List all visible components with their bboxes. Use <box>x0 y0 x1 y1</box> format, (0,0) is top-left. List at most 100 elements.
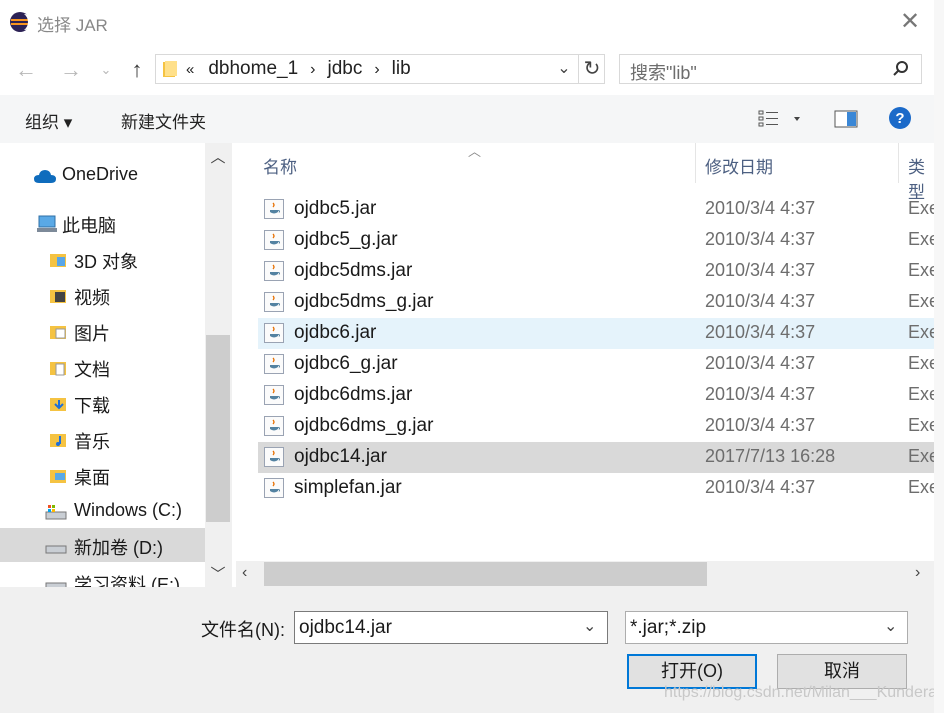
file-type: Exe <box>908 446 934 466</box>
file-modified-date: 2010/3/4 4:37 <box>705 260 816 280</box>
back-arrow-icon[interactable]: ← <box>12 56 40 84</box>
eclipse-app-icon <box>9 11 32 33</box>
sidebar-item-videos[interactable]: 视频 <box>0 278 205 312</box>
h-scroll-thumb[interactable] <box>264 562 707 586</box>
file-modified-date: 2010/3/4 4:37 <box>705 415 816 435</box>
file-row[interactable]: ojdbc6dms.jar 2010/3/4 4:37 Exe <box>258 380 934 411</box>
computer-icon <box>36 215 57 233</box>
folder-desktop-icon <box>49 467 67 485</box>
breadcrumb-item-dbhome[interactable]: dbhome_1 <box>208 58 298 79</box>
sidebar-item-label: 图片 <box>74 324 110 344</box>
filename-label: 文件名(N): <box>201 620 285 640</box>
sidebar-item-label: 下载 <box>74 396 110 416</box>
jar-file-icon <box>264 261 284 281</box>
sidebar-item-label: 此电脑 <box>62 216 116 236</box>
chevron-down-icon: ⌄ <box>884 618 898 635</box>
sidebar-item-pictures[interactable]: 图片 <box>0 314 205 348</box>
search-input[interactable]: 搜索"lib" <box>630 59 697 85</box>
navigation-pane: OneDrive 此电脑 3D 对象 视频 图片 文档 下载 音乐 桌面 Win… <box>0 143 232 587</box>
title-bar: 选择 JAR ✕ <box>0 0 934 44</box>
file-row[interactable]: ojdbc5dms_g.jar 2010/3/4 4:37 Exe <box>258 287 934 318</box>
jar-file-icon <box>264 478 284 498</box>
file-type-filter[interactable]: *.jar;*.zip ⌄ <box>625 611 908 644</box>
column-header-modified[interactable]: 修改日期 <box>705 153 773 178</box>
help-icon[interactable]: ? <box>888 106 912 130</box>
breadcrumb-item-lib[interactable]: lib <box>392 58 411 79</box>
file-row[interactable]: ojdbc6dms_g.jar 2010/3/4 4:37 Exe <box>258 411 934 442</box>
file-modified-date: 2010/3/4 4:37 <box>705 322 816 342</box>
scroll-up-icon[interactable]: ︿ <box>209 146 227 166</box>
address-dropdown-icon[interactable]: ⌄ <box>554 58 574 80</box>
folder-icon <box>162 60 178 78</box>
sidebar-item-drive-d[interactable]: 新加卷 (D:) <box>0 528 205 562</box>
file-type: Exe <box>908 291 934 311</box>
file-type: Exe <box>908 260 934 280</box>
svg-text:?: ? <box>895 110 904 127</box>
column-separator[interactable] <box>695 143 696 183</box>
scroll-left-icon[interactable]: ‹ <box>242 564 247 582</box>
filename-field[interactable]: ojdbc14.jar ⌄ <box>294 611 608 644</box>
watermark-text: https://blog.csdn.net/Milan___Kundera <box>664 684 935 701</box>
file-row[interactable]: ojdbc6.jar 2010/3/4 4:37 Exe <box>258 318 934 349</box>
file-name: ojdbc6dms.jar <box>294 384 413 405</box>
breadcrumb-item-jdbc[interactable]: jdbc <box>327 58 362 79</box>
file-row[interactable]: ojdbc6_g.jar 2010/3/4 4:37 Exe <box>258 349 934 380</box>
folder-3d-icon <box>49 251 67 269</box>
sidebar-item-documents[interactable]: 文档 <box>0 350 205 384</box>
file-type: Exe <box>908 198 934 218</box>
sidebar-item-onedrive[interactable]: OneDrive <box>0 158 205 192</box>
sidebar-item-3d-objects[interactable]: 3D 对象 <box>0 242 205 276</box>
preview-pane-icon[interactable] <box>834 110 858 128</box>
new-folder-button[interactable]: 新建文件夹 <box>121 108 206 133</box>
jar-file-icon <box>264 354 284 374</box>
search-box[interactable]: 搜索"lib" <box>619 54 922 84</box>
sidebar-item-desktop[interactable]: 桌面 <box>0 458 205 492</box>
file-row[interactable]: ojdbc5_g.jar 2010/3/4 4:37 Exe <box>258 225 934 256</box>
address-bar[interactable]: « dbhome_1 › jdbc › lib ⌄ ↻ <box>155 54 605 84</box>
folder-pictures-icon <box>49 323 67 341</box>
sidebar-item-drive-c[interactable]: Windows (C:) <box>0 494 205 528</box>
address-separator <box>578 55 579 83</box>
sidebar-item-label: OneDrive <box>62 164 139 184</box>
file-name: ojdbc5.jar <box>294 198 377 219</box>
breadcrumb-separator: › <box>374 61 380 78</box>
column-header-name[interactable]: 名称 <box>263 153 297 178</box>
refresh-icon[interactable]: ↻ <box>580 56 604 82</box>
breadcrumb-overflow[interactable]: « <box>186 61 194 78</box>
filename-dropdown-icon[interactable]: ⌄ <box>583 616 596 636</box>
file-name: ojdbc14.jar <box>294 446 387 467</box>
folder-music-icon <box>49 431 67 449</box>
background-window-edge <box>934 0 944 713</box>
scroll-right-icon[interactable]: › <box>915 564 920 582</box>
file-row[interactable]: simplefan.jar 2010/3/4 4:37 Exe <box>258 473 934 504</box>
view-options-icon[interactable] <box>758 109 802 129</box>
drive-icon <box>45 537 67 555</box>
sidebar-item-drive-e[interactable]: 学习资料 (E:) <box>0 565 205 587</box>
file-row[interactable]: ojdbc5dms.jar 2010/3/4 4:37 Exe <box>258 256 934 287</box>
file-name: ojdbc6.jar <box>294 322 377 343</box>
sidebar-item-label: Windows (C:) <box>74 500 183 520</box>
file-modified-date: 2010/3/4 4:37 <box>705 477 816 497</box>
column-separator[interactable] <box>898 143 899 183</box>
filename-value[interactable]: ojdbc14.jar <box>299 617 392 639</box>
scroll-down-icon[interactable]: ﹀ <box>209 563 227 583</box>
search-icon[interactable] <box>892 60 910 78</box>
folder-video-icon <box>49 287 67 305</box>
sidebar-item-music[interactable]: 音乐 <box>0 422 205 456</box>
up-arrow-icon[interactable]: ↑ <box>123 56 151 84</box>
file-row[interactable]: ojdbc5.jar 2010/3/4 4:37 Exe <box>258 194 934 225</box>
sidebar-item-downloads[interactable]: 下载 <box>0 386 205 420</box>
breadcrumb-separator: › <box>310 61 316 78</box>
forward-arrow-icon[interactable]: → <box>57 56 85 84</box>
file-type: Exe <box>908 384 934 404</box>
file-row[interactable]: ojdbc14.jar 2017/7/13 16:28 Exe <box>258 442 934 473</box>
organize-menu[interactable]: 组织 ▾ <box>25 108 72 133</box>
file-name: ojdbc6_g.jar <box>294 353 398 374</box>
sidebar-scroll-thumb[interactable] <box>206 335 230 522</box>
recent-locations-chevron-icon[interactable]: ⌄ <box>92 56 120 84</box>
close-icon[interactable]: ✕ <box>895 8 925 36</box>
file-modified-date: 2010/3/4 4:37 <box>705 353 816 373</box>
cloud-icon <box>33 167 56 185</box>
sidebar-item-this-pc[interactable]: 此电脑 <box>0 206 205 240</box>
drive-c-icon <box>45 503 67 521</box>
